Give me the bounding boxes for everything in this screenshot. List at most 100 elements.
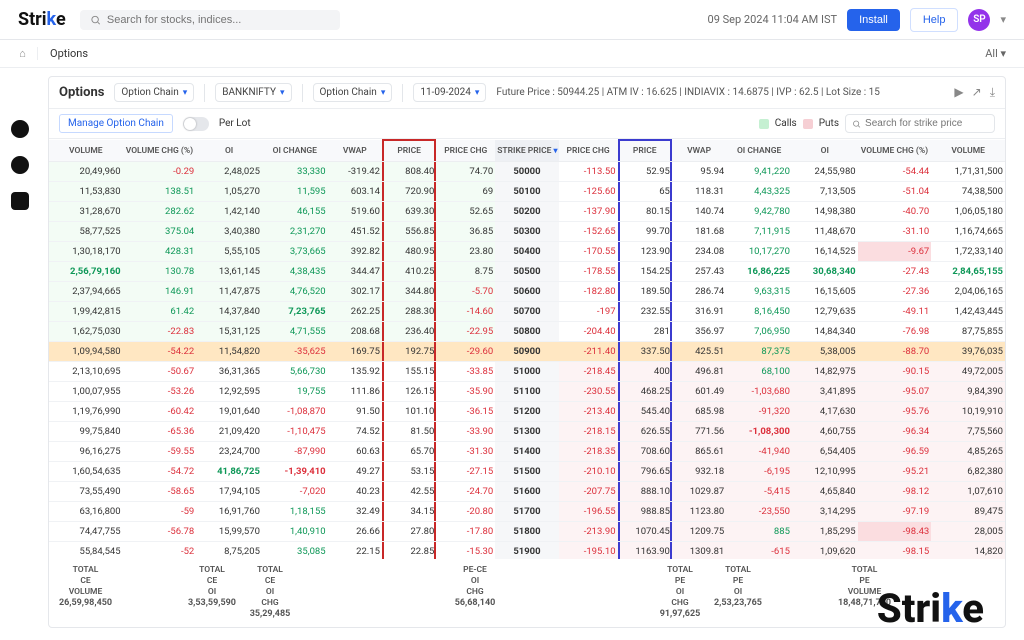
table-row[interactable]: 2,56,79,160130.7813,61,1454,38,435344.47… — [49, 262, 1005, 282]
datetime-label: 09 Sep 2024 11:04 AM IST — [708, 13, 838, 26]
strike-cell[interactable]: 51700 — [495, 502, 558, 522]
legend-calls-swatch — [759, 119, 769, 129]
col-header[interactable]: PRICE — [382, 140, 436, 162]
strike-cell[interactable]: 50200 — [495, 202, 558, 222]
chevron-down-icon: ▾ — [381, 88, 386, 98]
table-row[interactable]: 73,55,490-58.6517,94,105-7,02040.2342.55… — [49, 482, 1005, 502]
table-row[interactable]: 1,30,18,170428.315,55,1053,73,665392.824… — [49, 242, 1005, 262]
table-row[interactable]: 74,47,755-56.7815,99,5701,40,91026.6627.… — [49, 522, 1005, 542]
strike-cell[interactable]: 51300 — [495, 422, 558, 442]
brand-logo: Strike — [18, 9, 66, 30]
strike-cell[interactable]: 50000 — [495, 162, 558, 182]
chip-symbol[interactable]: BANKNIFTY▾ — [215, 83, 291, 102]
search-input[interactable] — [107, 14, 330, 26]
strike-search-input[interactable] — [865, 118, 988, 129]
breadcrumb-page: Options — [50, 47, 88, 60]
side-nav-pie-icon[interactable] — [11, 156, 29, 174]
share-icon[interactable]: ↗ — [972, 85, 982, 100]
strike-cell[interactable]: 51500 — [495, 462, 558, 482]
col-header[interactable]: PRICE — [618, 140, 672, 162]
market-info: Future Price : 50944.25 | ATM IV : 16.62… — [496, 87, 880, 98]
col-header[interactable]: OI CHANGE — [262, 140, 328, 162]
strike-cell[interactable]: 50400 — [495, 242, 558, 262]
table-row[interactable]: 1,62,75,030-22.8315,31,1254,71,555208.68… — [49, 322, 1005, 342]
option-chain-table: VOLUMEVOLUME CHG (%)OIOI CHANGEVWAPPRICE… — [49, 139, 1005, 559]
total-label: TOTALPEOICHG — [651, 565, 709, 609]
col-header[interactable]: OI CHANGE — [726, 140, 792, 162]
col-header[interactable]: OI — [196, 140, 262, 162]
col-header[interactable]: VOLUME — [931, 140, 1005, 162]
strike-cell[interactable]: 51600 — [495, 482, 558, 502]
col-header[interactable]: VWAP — [328, 140, 382, 162]
strike-cell[interactable]: 50500 — [495, 262, 558, 282]
total-label: PE-CEOICHG — [447, 565, 503, 598]
table-row[interactable]: 99,75,840-65.3621,09,420-1,10,47574.5281… — [49, 422, 1005, 442]
global-search[interactable] — [80, 10, 340, 30]
table-row[interactable]: 2,13,10,695-50.6736,31,3655,66,730135.92… — [49, 362, 1005, 382]
table-row[interactable]: 1,19,76,990-60.4219,01,640-1,08,87091.50… — [49, 402, 1005, 422]
table-row[interactable]: 2,37,94,665146.9111,47,8754,76,520302.17… — [49, 282, 1005, 302]
view-all-dropdown[interactable]: All ▾ — [985, 47, 1006, 60]
strike-cell[interactable]: 51400 — [495, 442, 558, 462]
strike-cell[interactable]: 50300 — [495, 222, 558, 242]
side-nav-book-icon[interactable] — [11, 192, 29, 210]
col-header[interactable]: VOLUME — [49, 140, 123, 162]
table-row[interactable]: 1,00,07,955-53.2612,92,59519,755111.8612… — [49, 382, 1005, 402]
strike-cell[interactable]: 51100 — [495, 382, 558, 402]
table-row[interactable]: 55,84,545-528,75,20535,08522.1522.85-15.… — [49, 542, 1005, 560]
table-row[interactable]: 58,77,525375.043,40,3802,31,270451.52556… — [49, 222, 1005, 242]
total-value: 35,29,485 — [241, 609, 299, 621]
chip-expiry[interactable]: 11-09-2024▾ — [413, 83, 486, 102]
total-label: TOTALPEOI — [709, 565, 767, 598]
table-row[interactable]: 96,16,275-59.5523,24,700-87,99060.6365.7… — [49, 442, 1005, 462]
chip-view[interactable]: Option Chain▾ — [114, 83, 194, 102]
col-header[interactable]: VOLUME CHG (%) — [858, 140, 932, 162]
chevron-down-icon: ▾ — [183, 88, 188, 98]
total-value: 56,68,140 — [447, 598, 503, 610]
help-button[interactable]: Help — [910, 8, 959, 32]
install-button[interactable]: Install — [847, 9, 900, 31]
table-row[interactable]: 11,53,830138.511,05,27011,595603.14720.9… — [49, 182, 1005, 202]
strike-cell[interactable]: 50900 — [495, 342, 558, 362]
home-icon[interactable]: ⌂ — [18, 47, 38, 60]
search-icon — [90, 14, 101, 26]
col-header[interactable]: OI — [792, 140, 858, 162]
page-title: Options — [59, 85, 104, 100]
total-value: 3,53,59,590 — [183, 598, 241, 610]
per-lot-toggle[interactable] — [183, 117, 209, 131]
table-row[interactable]: 1,09,94,580-54.2211,54,820-35,625169.751… — [49, 342, 1005, 362]
total-label: TOTALCEOICHG — [241, 565, 299, 609]
side-nav-compass-icon[interactable] — [11, 120, 29, 138]
chip-type[interactable]: Option Chain▾ — [313, 83, 393, 102]
search-icon — [852, 119, 861, 129]
table-row[interactable]: 63,16,800-5916,91,7601,18,15532.4934.15-… — [49, 502, 1005, 522]
manage-option-chain-button[interactable]: Manage Option Chain — [59, 114, 173, 133]
col-header[interactable]: STRIKE PRICE ▾ — [495, 140, 558, 162]
strike-cell[interactable]: 50800 — [495, 322, 558, 342]
avatar[interactable]: SP — [968, 9, 990, 31]
strike-search[interactable] — [845, 114, 995, 133]
col-header[interactable]: VWAP — [672, 140, 726, 162]
youtube-icon[interactable]: ▶ — [954, 85, 963, 100]
strike-cell[interactable]: 51200 — [495, 402, 558, 422]
strike-cell[interactable]: 50700 — [495, 302, 558, 322]
table-row[interactable]: 1,99,42,81561.4214,37,8407,23,765262.252… — [49, 302, 1005, 322]
strike-cell[interactable]: 50600 — [495, 282, 558, 302]
table-row[interactable]: 1,60,54,635-54.7241,86,725-1,39,41049.27… — [49, 462, 1005, 482]
col-header[interactable]: PRICE CHG — [559, 140, 618, 162]
strike-cell[interactable]: 50100 — [495, 182, 558, 202]
strike-cell[interactable]: 51900 — [495, 542, 558, 560]
chevron-down-icon[interactable]: ▾ — [1000, 13, 1006, 26]
col-header[interactable]: PRICE CHG — [436, 140, 495, 162]
download-icon[interactable]: ⤓ — [990, 85, 995, 100]
col-header[interactable]: VOLUME CHG (%) — [123, 140, 197, 162]
strike-cell[interactable]: 51000 — [495, 362, 558, 382]
strike-cell[interactable]: 51800 — [495, 522, 558, 542]
chevron-down-icon: ▾ — [280, 88, 285, 98]
legend-puts-swatch — [803, 119, 813, 129]
table-row[interactable]: 20,49,960-0.292,48,02533,330-319.42808.4… — [49, 162, 1005, 182]
total-value: 91,97,625 — [651, 609, 709, 621]
total-label: TOTALCEOI — [183, 565, 241, 598]
table-row[interactable]: 31,28,670282.621,42,14046,155519.60639.3… — [49, 202, 1005, 222]
legend-calls-label: Calls — [775, 118, 797, 129]
